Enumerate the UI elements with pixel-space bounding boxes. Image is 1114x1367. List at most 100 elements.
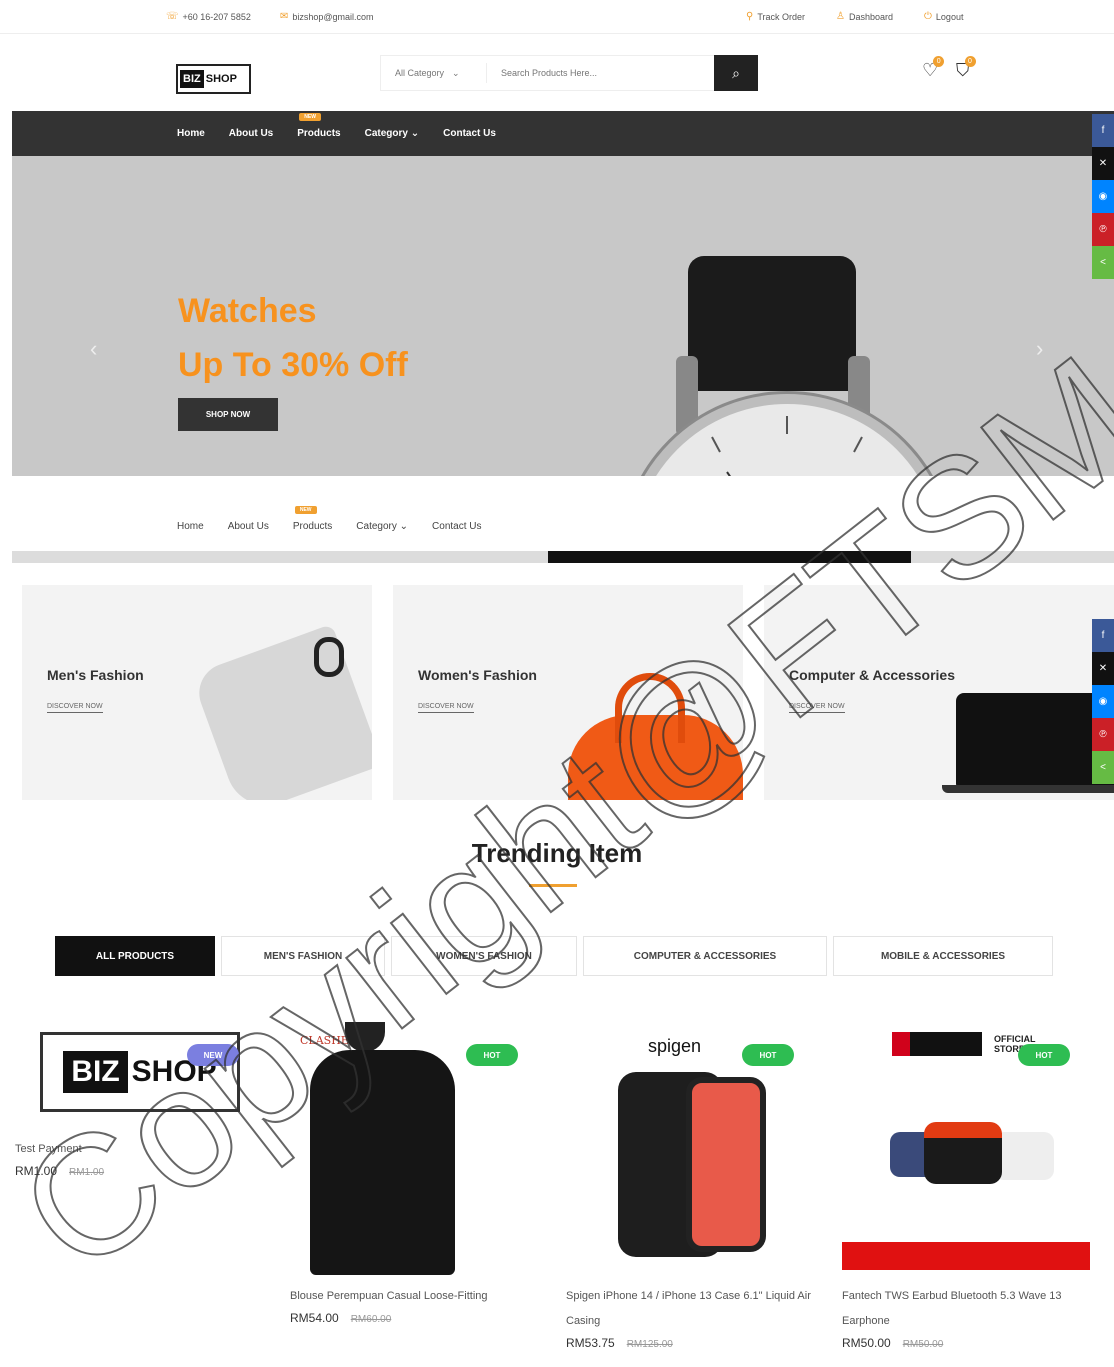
logo-biz: BIZ — [180, 70, 204, 88]
product-card[interactable]: spigen HOT Spigen iPhone 14 / iPhone 13 … — [566, 1022, 826, 1352]
nav-products[interactable]: NEW Products — [297, 113, 341, 139]
track-order-link[interactable]: ⚲ Track Order — [746, 11, 805, 22]
logo-shop: SHOP — [205, 73, 237, 85]
product-old-price: RM125.00 — [626, 1339, 673, 1350]
messenger-icon: ◉ — [1098, 191, 1108, 202]
tab-computer-accessories[interactable]: COMPUTER & ACCESSORIES — [583, 936, 827, 976]
product-name[interactable]: Spigen iPhone 14 / iPhone 13 Case 6.1" L… — [566, 1284, 826, 1334]
messenger-share-button[interactable]: ◉ — [1092, 685, 1114, 718]
x-share-button[interactable]: ✕ — [1092, 652, 1114, 685]
site-logo[interactable]: BIZ SHOP — [176, 64, 251, 94]
category-card-mens[interactable]: Men's Fashion DISCOVER NOW — [22, 585, 372, 800]
search-button[interactable]: ⌕ — [714, 55, 758, 91]
laptop-image — [956, 693, 1114, 788]
sharethis-button[interactable]: < — [1092, 751, 1114, 784]
nav-category-label: Category — [356, 521, 397, 532]
pinterest-share-button[interactable]: ℗ — [1092, 718, 1114, 751]
product-image: BIZ SHOP NEW — [15, 1022, 255, 1137]
nav-about[interactable]: About Us — [229, 128, 273, 139]
nav-contact[interactable]: Contact Us — [443, 128, 496, 139]
shop-now-button[interactable]: SHOP NOW — [178, 398, 278, 431]
email-contact: ✉ bizshop@gmail.com — [280, 11, 374, 22]
category-select[interactable]: All Category ⌄ — [381, 63, 487, 83]
chevron-down-icon: ⌄ — [399, 521, 409, 532]
product-card[interactable]: CLASHE HOT Blouse Perempuan Casual Loose… — [290, 1022, 550, 1327]
nav-category[interactable]: Category ⌄ — [365, 128, 420, 139]
x-share-button[interactable]: ✕ — [1092, 147, 1114, 180]
wishlist-button[interactable]: ♡ 0 — [922, 56, 945, 81]
product-name[interactable]: Fantech TWS Earbud Bluetooth 5.3 Wave 13… — [842, 1284, 1092, 1334]
tab-mens-fashion[interactable]: MEN'S FASHION — [221, 936, 385, 976]
tab-womens-fashion[interactable]: WOMEN'S FASHION — [391, 936, 577, 976]
nav-about[interactable]: About Us — [228, 521, 269, 532]
scrollbar-thumb[interactable] — [548, 551, 911, 563]
category-card-womens[interactable]: Women's Fashion DISCOVER NOW — [393, 585, 743, 800]
search-bar: All Category ⌄ ⌕ — [380, 55, 758, 91]
phone-case-front — [686, 1077, 766, 1252]
sticky-nav-links: Home About Us NEW Products Category ⌄ Co… — [177, 506, 482, 532]
nav-contact[interactable]: Contact Us — [432, 521, 481, 532]
sharethis-button[interactable]: < — [1092, 246, 1114, 279]
nav-home[interactable]: Home — [177, 521, 204, 532]
nav-home[interactable]: Home — [177, 128, 205, 139]
hot-badge: HOT — [742, 1044, 794, 1066]
facebook-share-button[interactable]: f — [1092, 114, 1114, 147]
messenger-share-button[interactable]: ◉ — [1092, 180, 1114, 213]
top-bar: ☏ +60 16-207 5852 ✉ bizshop@gmail.com ⚲ … — [0, 0, 1114, 34]
mail-icon: ✉ — [280, 11, 289, 22]
nav-products-label: Products — [297, 128, 341, 139]
product-name[interactable]: Blouse Perempuan Casual Loose-Fitting — [290, 1284, 550, 1309]
facebook-share-button[interactable]: f — [1092, 619, 1114, 652]
pinterest-share-button[interactable]: ℗ — [1092, 213, 1114, 246]
tab-all-products[interactable]: ALL PRODUCTS — [55, 936, 215, 976]
product-name[interactable]: Test Payment — [15, 1137, 255, 1162]
product-banner-strip — [842, 1242, 1090, 1270]
x-icon: ✕ — [1098, 158, 1108, 169]
headphones-image — [314, 637, 344, 677]
product-price-row: RM1.00 RM1.00 — [15, 1162, 255, 1180]
hero-line-2: Up To 30% Off — [178, 346, 408, 384]
cart-count: 0 — [964, 56, 976, 67]
product-card[interactable]: BIZ SHOP NEW Test Payment RM1.00 RM1.00 — [15, 1022, 255, 1180]
product-card[interactable]: OFFICIAL STORE HOT Fantech TWS Earbud Bl… — [842, 1022, 1092, 1352]
main-nav-links: Home About Us NEW Products Category ⌄ Co… — [177, 113, 496, 139]
x-icon: ✕ — [1098, 663, 1108, 674]
email-address: bizshop@gmail.com — [292, 11, 374, 22]
share-icon: < — [1100, 257, 1106, 268]
brand-label: CLASHE — [300, 1034, 349, 1047]
nav-products[interactable]: NEW Products — [292, 506, 333, 532]
brand-label: spigen — [648, 1036, 702, 1056]
watch-dial — [711, 416, 863, 476]
messenger-icon: ◉ — [1098, 696, 1108, 707]
hero-heading: Watches Up To 30% Off — [178, 284, 408, 392]
new-badge: NEW — [187, 1044, 239, 1066]
horizontal-scrollbar[interactable] — [12, 551, 1114, 563]
slider-prev-arrow[interactable]: ‹ — [90, 336, 97, 362]
logout-link[interactable]: ⏻ Logout — [924, 11, 963, 22]
slider-next-arrow[interactable]: › — [1036, 336, 1043, 362]
discover-now-link[interactable]: DISCOVER NOW — [418, 703, 474, 713]
chevron-down-icon: ⌄ — [452, 67, 460, 78]
earbud-case-white — [994, 1132, 1054, 1180]
title-underline — [529, 884, 577, 887]
product-image: CLASHE HOT — [290, 1022, 550, 1284]
nav-category[interactable]: Category ⌄ — [356, 521, 408, 532]
search-input[interactable] — [487, 68, 715, 78]
dashboard-link[interactable]: ♙ Dashboard — [836, 11, 893, 22]
discover-now-link[interactable]: DISCOVER NOW — [47, 703, 103, 713]
shirt-image — [190, 623, 372, 800]
nav-category-label: Category — [364, 128, 408, 139]
phone-icon: ☏ — [166, 11, 179, 22]
product-image: OFFICIAL STORE HOT — [842, 1022, 1092, 1284]
discover-now-link[interactable]: DISCOVER NOW — [789, 703, 845, 713]
share-icon: < — [1100, 762, 1106, 773]
nav-products-label: Products — [292, 521, 333, 532]
cart-button[interactable]: ⛉ 0 — [956, 56, 976, 81]
tab-mobile-accessories[interactable]: MOBILE & ACCESSORIES — [833, 936, 1053, 976]
phone-number: +60 16-207 5852 — [182, 11, 251, 22]
category-card-computer[interactable]: Computer & Accessories DISCOVER NOW — [764, 585, 1114, 800]
power-icon: ⏻ — [924, 11, 932, 22]
product-old-price: RM60.00 — [350, 1314, 392, 1325]
user-icon: ♙ — [836, 11, 845, 22]
dashboard-label: Dashboard — [848, 11, 893, 22]
